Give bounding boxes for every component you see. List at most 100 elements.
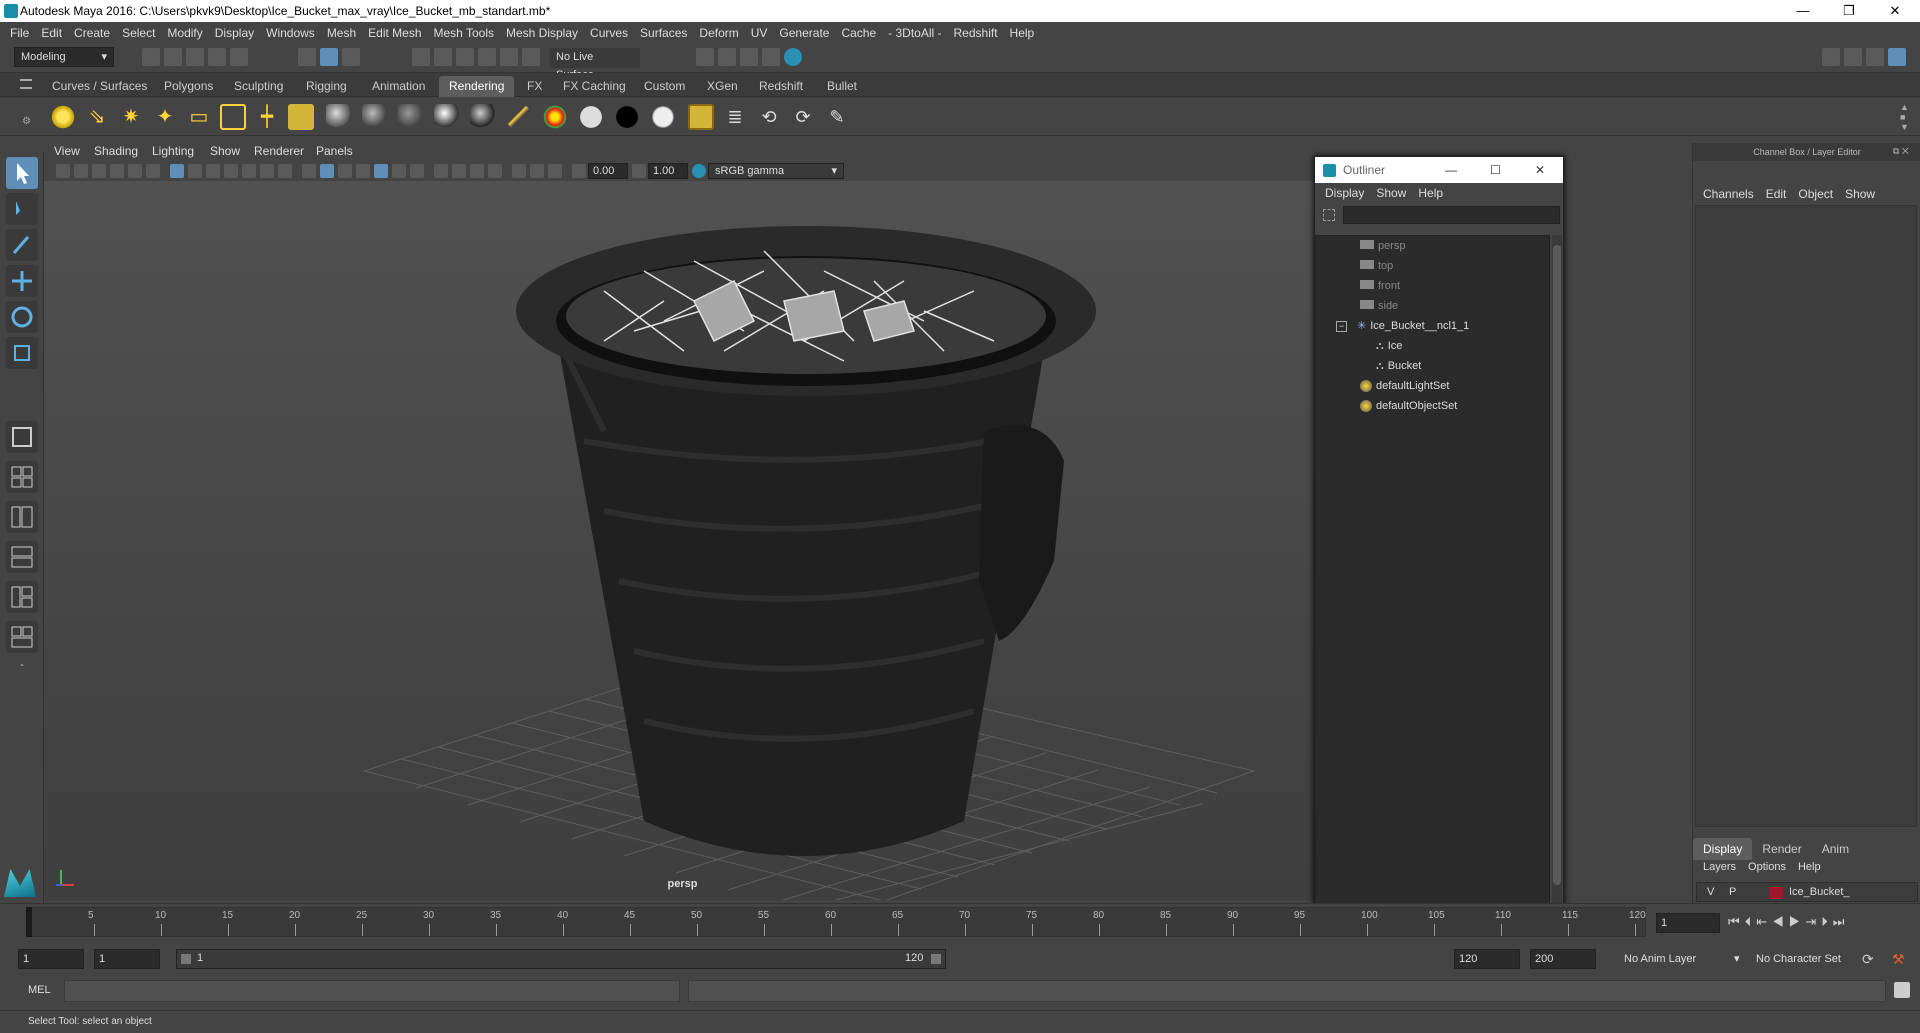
render-current-frame-icon[interactable] bbox=[688, 104, 714, 130]
camera-lock-icon[interactable] bbox=[74, 164, 88, 178]
perspective-viewport[interactable]: persp bbox=[44, 181, 1321, 900]
cb-menu-show[interactable]: Show bbox=[1839, 187, 1881, 201]
anisotropic-material-icon[interactable] bbox=[470, 104, 496, 130]
menu-create[interactable]: Create bbox=[68, 26, 116, 40]
use-all-lights-icon[interactable] bbox=[374, 164, 388, 178]
modeling-toolkit-icon[interactable] bbox=[1822, 48, 1840, 66]
current-frame-field[interactable]: 1 bbox=[1656, 913, 1720, 933]
safe-action-icon[interactable] bbox=[260, 164, 274, 178]
twod-pan-icon[interactable] bbox=[128, 164, 142, 178]
outliner-search-input[interactable] bbox=[1343, 206, 1560, 224]
cb-menu-object[interactable]: Object bbox=[1792, 187, 1839, 201]
shelf-tab-redshift[interactable]: Redshift bbox=[749, 76, 813, 97]
ipr-render-icon[interactable] bbox=[740, 48, 758, 66]
select-object-icon[interactable] bbox=[320, 48, 338, 66]
shelf-gear-icon[interactable]: ⚙ bbox=[22, 116, 31, 127]
outliner-minimize-button[interactable]: — bbox=[1445, 157, 1457, 183]
render-frame-icon[interactable] bbox=[718, 48, 736, 66]
isolate-select-icon[interactable] bbox=[488, 164, 502, 178]
outliner-item-persp[interactable]: persp bbox=[1360, 236, 1406, 256]
textured-icon[interactable] bbox=[356, 164, 370, 178]
menu-cache[interactable]: Cache bbox=[835, 26, 882, 40]
anim-layer-dropdown[interactable]: No Anim Layer ▾ bbox=[1624, 949, 1744, 969]
phong-material-icon[interactable] bbox=[398, 104, 424, 130]
step-back-icon[interactable]: ⏴ bbox=[1745, 914, 1757, 929]
layer-menu-layers[interactable]: Layers bbox=[1697, 861, 1742, 873]
outliner-maximize-button[interactable]: ☐ bbox=[1490, 157, 1501, 183]
menu-display[interactable]: Display bbox=[209, 26, 260, 40]
snap-view-icon[interactable] bbox=[478, 48, 496, 66]
menu-help[interactable]: Help bbox=[1004, 26, 1041, 40]
save-scene-icon[interactable] bbox=[186, 48, 204, 66]
time-ruler[interactable]: 5 10 15 20 25 30 35 40 45 50 55 60 65 70 75 80 85 90 95 100… bbox=[26, 907, 1646, 937]
select-hierarchy-icon[interactable] bbox=[298, 48, 316, 66]
cb-menu-edit[interactable]: Edit bbox=[1760, 187, 1793, 201]
channel-box-icon[interactable] bbox=[1888, 48, 1906, 66]
move-tool-icon[interactable] bbox=[6, 265, 38, 297]
menu-surfaces[interactable]: Surfaces bbox=[634, 26, 693, 40]
step-forward-icon[interactable]: ⏵ bbox=[1821, 914, 1833, 929]
outliner-item-ice[interactable]: ⛬ Ice bbox=[1376, 336, 1402, 356]
three-pane-layout-icon[interactable] bbox=[6, 581, 38, 613]
surface-shader-icon[interactable] bbox=[578, 104, 604, 130]
mode-dropdown[interactable]: Modeling ▾ bbox=[14, 47, 114, 67]
layer-playback-toggle[interactable]: P bbox=[1729, 886, 1736, 898]
render-settings-icon[interactable] bbox=[696, 48, 714, 66]
redo-icon[interactable] bbox=[230, 48, 248, 66]
animation-end-field[interactable]: 200 bbox=[1530, 949, 1596, 969]
menu-file[interactable]: File bbox=[4, 26, 35, 40]
menu-windows[interactable]: Windows bbox=[260, 26, 321, 40]
layer-name[interactable]: Ice_Bucket_ bbox=[1789, 886, 1850, 898]
scale-tool-icon[interactable] bbox=[6, 337, 38, 369]
outliner-item-ice-bucket-group[interactable]: − ✳ Ice_Bucket__ncl1_1 bbox=[1336, 316, 1469, 336]
playback-start-field[interactable]: 1 bbox=[94, 949, 160, 969]
anti-aliasing-icon[interactable] bbox=[452, 164, 466, 178]
shelf-options-icon[interactable] bbox=[20, 79, 32, 89]
layer-visibility-toggle[interactable]: V bbox=[1707, 886, 1714, 898]
menu-mesh-tools[interactable]: Mesh Tools bbox=[428, 26, 500, 40]
menu-edit[interactable]: Edit bbox=[35, 26, 68, 40]
lasso-tool-icon[interactable] bbox=[6, 193, 38, 225]
use-background-icon[interactable] bbox=[614, 104, 640, 130]
gamma-icon[interactable] bbox=[632, 164, 646, 178]
menu-mesh-display[interactable]: Mesh Display bbox=[500, 26, 584, 40]
layered-shader-icon[interactable] bbox=[506, 104, 532, 130]
vp-menu-lighting[interactable]: Lighting bbox=[152, 144, 194, 158]
undo-icon[interactable] bbox=[208, 48, 226, 66]
attribute-editor-icon[interactable] bbox=[1844, 48, 1862, 66]
auto-key-icon[interactable]: ⟳ bbox=[1862, 951, 1874, 968]
ambient-light-icon[interactable] bbox=[50, 104, 76, 130]
cb-menu-channels[interactable]: Channels bbox=[1697, 187, 1760, 201]
rotate-tool-icon[interactable] bbox=[6, 301, 38, 333]
outliner-filter-icon[interactable] bbox=[1323, 209, 1335, 221]
blinn-material-icon[interactable] bbox=[326, 104, 352, 130]
shelf-tab-polygons[interactable]: Polygons bbox=[154, 76, 223, 97]
motion-blur-icon[interactable] bbox=[434, 164, 448, 178]
exposure-icon[interactable] bbox=[572, 164, 586, 178]
prev-key-icon[interactable]: ⇤ bbox=[1756, 914, 1772, 929]
gate-mask-icon[interactable] bbox=[224, 164, 238, 178]
colorspace-dropdown[interactable]: sRGB gamma ▾ bbox=[708, 163, 844, 179]
safe-title-icon[interactable] bbox=[278, 164, 292, 178]
open-scene-icon[interactable] bbox=[164, 48, 182, 66]
outliner-item-default-object-set[interactable]: defaultObjectSet bbox=[1360, 396, 1457, 416]
shelf-tab-custom[interactable]: Custom bbox=[634, 76, 695, 97]
camera-select-icon[interactable] bbox=[56, 164, 70, 178]
play-forward-icon[interactable]: ▶ bbox=[1789, 914, 1806, 929]
menu-generate[interactable]: Generate bbox=[773, 26, 835, 40]
gamma-field[interactable]: 1.00 bbox=[648, 163, 688, 179]
bookmark-icon[interactable] bbox=[92, 164, 106, 178]
snap-surface-icon[interactable] bbox=[500, 48, 518, 66]
outliner-item-front[interactable]: front bbox=[1360, 276, 1400, 296]
range-slider[interactable]: 1 120 bbox=[176, 949, 946, 969]
shelf-tab-fx-caching[interactable]: FX Caching bbox=[553, 76, 636, 97]
go-to-start-icon[interactable]: ⏮ bbox=[1728, 914, 1745, 929]
vp-menu-view[interactable]: View bbox=[54, 144, 80, 158]
shelf-tab-fx[interactable]: FX bbox=[517, 76, 552, 97]
xray-components-icon[interactable] bbox=[548, 164, 562, 178]
layer-menu-options[interactable]: Options bbox=[1742, 861, 1792, 873]
wireframe-on-shaded-icon[interactable] bbox=[338, 164, 352, 178]
current-time-marker[interactable] bbox=[26, 907, 32, 937]
film-gate-icon[interactable] bbox=[188, 164, 202, 178]
menu-mesh[interactable]: Mesh bbox=[321, 26, 362, 40]
